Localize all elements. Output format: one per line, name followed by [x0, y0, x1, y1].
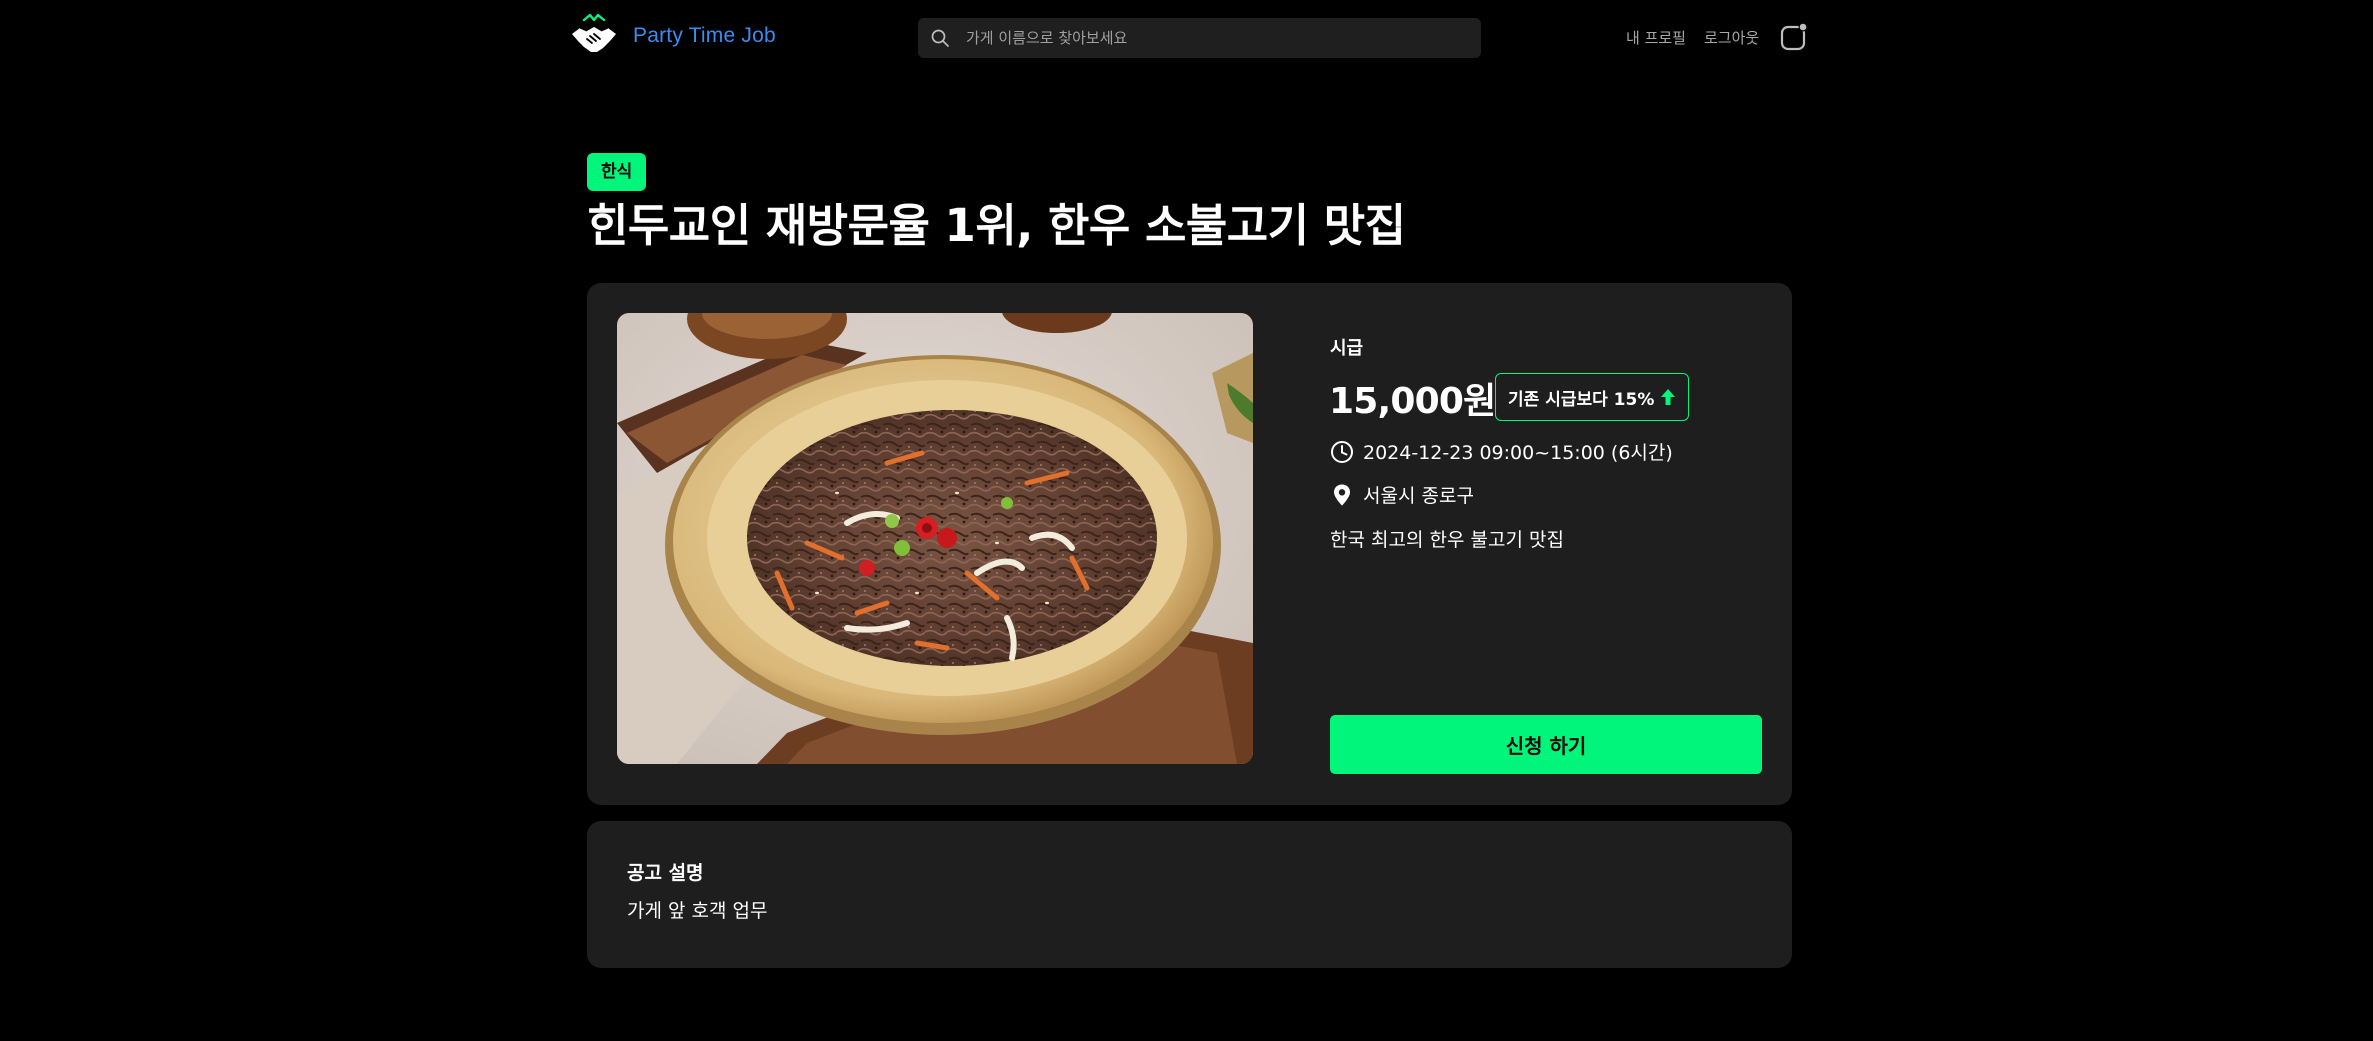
- category-badge: 한식: [587, 153, 647, 191]
- brand-name: Party Time Job: [633, 24, 776, 47]
- search-bar[interactable]: [918, 18, 1481, 58]
- top-header: Party Time Job 내 프로필 로그아웃: [0, 0, 2373, 74]
- schedule-text: 2024-12-23 09:00~15:00 (6시간): [1363, 442, 1673, 464]
- search-input[interactable]: [966, 29, 1481, 47]
- page-title: 힌두교인 재방문율 1위, 한우 소불고기 맛집: [587, 199, 1406, 252]
- location-text: 서울시 종로구: [1363, 485, 1474, 507]
- schedule-row: 2024-12-23 09:00~15:00 (6시간): [1330, 438, 1673, 465]
- notice-title: 공고 설명: [627, 862, 704, 884]
- apply-button[interactable]: 신청 하기: [1330, 715, 1762, 774]
- bell-icon[interactable]: [1780, 22, 1808, 52]
- nav-my-profile-link[interactable]: 내 프로필: [1626, 27, 1686, 48]
- notice-body: 가게 앞 호객 업무: [627, 900, 768, 922]
- brand-logo[interactable]: Party Time Job: [570, 14, 776, 58]
- job-detail-card: 시급 15,000원 기존 시급보다 15% 2024-12-23 09:00~…: [587, 283, 1792, 805]
- wage-raise-text: 기존 시급보다 15%: [1508, 389, 1655, 410]
- handshake-logo-icon: [572, 14, 616, 52]
- notice-description-card: 공고 설명 가게 앞 호객 업무: [587, 821, 1792, 968]
- store-description: 한국 최고의 한우 불고기 맛집: [1330, 529, 1564, 551]
- nav-logout-link[interactable]: 로그아웃: [1704, 27, 1759, 48]
- clock-icon: [1331, 440, 1353, 463]
- search-icon: [931, 29, 949, 47]
- wage-label: 시급: [1330, 338, 1364, 359]
- wage-amount: 15,000원: [1329, 381, 1496, 422]
- location-row: 서울시 종로구: [1330, 481, 1474, 508]
- location-pin-icon: [1334, 484, 1350, 505]
- bulgogi-photo: [617, 313, 1253, 764]
- arrow-up-icon: [1661, 389, 1676, 405]
- wage-raise-badge: 기존 시급보다 15%: [1495, 373, 1690, 421]
